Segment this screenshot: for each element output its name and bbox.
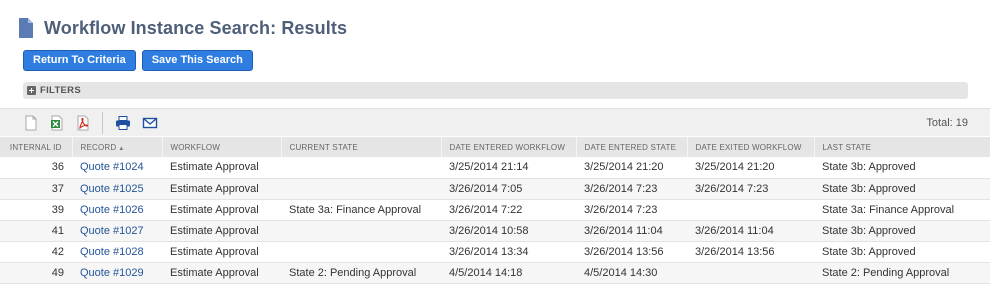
column-header-last-state[interactable]: LAST STATE [814,137,990,157]
cell-date-exited-workflow: 3/26/2014 13:56 [695,245,775,258]
toolbar-separator [102,112,103,134]
cell-workflow: Estimate Approval [170,224,259,237]
cell-internal-id: 36 [51,161,64,174]
action-buttons: Return To Criteria Save This Search [23,50,253,71]
record-link[interactable]: Quote #1028 [80,246,144,258]
cell-date-exited-workflow: 3/26/2014 7:23 [695,182,769,195]
cell-workflow: Estimate Approval [170,203,259,216]
results-toolbar: Total: 19 [0,108,990,136]
cell-workflow: Estimate Approval [170,161,259,174]
expand-plus-icon[interactable] [27,86,36,95]
page-title: Workflow Instance Search: Results [44,17,348,38]
cell-date-entered-state: 3/26/2014 11:04 [584,224,663,237]
cell-current-state: State 2: Pending Approval [289,266,417,279]
document-icon [18,17,34,39]
cell-date-entered-workflow: 4/5/2014 14:18 [449,266,523,279]
filters-label: FILTERS [40,85,81,96]
column-header-current-state[interactable]: CURRENT STATE [281,137,442,157]
cell-internal-id: 37 [51,182,64,195]
cell-last-state: State 2: Pending Approval [822,266,950,279]
cell-date-exited-workflow [687,262,814,283]
cell-date-exited-workflow [687,199,814,220]
cell-last-state: State 3b: Approved [822,182,916,195]
table-row: 36 Quote #1024 Estimate Approval 3/25/20… [0,157,990,178]
cell-current-state [281,178,441,199]
cell-date-entered-state: 3/26/2014 7:23 [584,203,658,216]
results-total: Total: 19 [926,117,968,129]
cell-date-entered-workflow: 3/26/2014 10:58 [449,224,529,237]
cell-date-entered-workflow: 3/25/2014 21:14 [449,161,529,174]
page-header: Workflow Instance Search: Results [18,14,347,42]
column-header-date-entered-state[interactable]: DATE ENTERED STATE [576,137,688,157]
cell-workflow: Estimate Approval [170,245,259,258]
cell-workflow: Estimate Approval [170,266,259,279]
save-search-button[interactable]: Save This Search [141,50,253,71]
cell-internal-id: 42 [51,245,64,258]
cell-current-state [281,157,441,178]
cell-current-state [281,220,441,241]
cell-last-state: State 3a: Finance Approval [822,203,955,216]
table-row: 37 Quote #1025 Estimate Approval 3/26/20… [0,178,990,199]
cell-date-entered-workflow: 3/26/2014 7:05 [449,182,523,195]
record-link[interactable]: Quote #1027 [80,225,144,237]
print-icon[interactable] [115,115,131,131]
cell-last-state: State 3b: Approved [822,161,916,174]
table-row: 41 Quote #1027 Estimate Approval 3/26/20… [0,220,990,241]
results-table: INTERNAL ID RECORD ▲ WORKFLOW CURRENT STA… [0,137,990,284]
table-row: 39 Quote #1026 Estimate Approval State 3… [0,199,990,220]
cell-record: Quote #1026 [72,199,162,220]
cell-date-entered-workflow: 3/26/2014 7:22 [449,203,523,216]
cell-date-entered-state: 3/26/2014 13:56 [584,245,664,258]
column-header-internal-id[interactable]: INTERNAL ID [0,137,73,157]
table-header-row: INTERNAL ID RECORD ▲ WORKFLOW CURRENT STA… [0,137,990,157]
cell-record: Quote #1025 [72,178,162,199]
table-row: 42 Quote #1028 Estimate Approval 3/26/20… [0,241,990,262]
cell-record: Quote #1028 [72,241,162,262]
column-header-date-exited-workflow[interactable]: DATE EXITED WORKFLOW [687,137,815,157]
cell-last-state: State 3b: Approved [822,224,916,237]
excel-export-icon[interactable] [49,115,65,131]
email-icon[interactable] [142,115,158,131]
cell-date-entered-state: 3/26/2014 7:23 [584,182,658,195]
record-link[interactable]: Quote #1024 [80,161,144,173]
column-header-date-entered-workflow[interactable]: DATE ENTERED WORKFLOW [441,137,577,157]
return-to-criteria-button[interactable]: Return To Criteria [23,50,136,71]
column-header-record[interactable]: RECORD ▲ [72,137,163,157]
cell-last-state: State 3b: Approved [822,245,916,258]
cell-internal-id: 41 [51,224,64,237]
record-link[interactable]: Quote #1029 [80,267,144,279]
cell-internal-id: 39 [51,203,64,216]
cell-record: Quote #1024 [72,157,162,178]
record-link[interactable]: Quote #1026 [80,204,144,216]
pdf-export-icon[interactable] [75,115,91,131]
cell-record: Quote #1029 [72,262,162,283]
record-link[interactable]: Quote #1025 [80,183,144,195]
cell-record: Quote #1027 [72,220,162,241]
cell-date-exited-workflow: 3/25/2014 21:20 [695,161,775,174]
cell-current-state: State 3a: Finance Approval [289,203,422,216]
cell-internal-id: 49 [51,266,64,279]
cell-date-entered-workflow: 3/26/2014 13:34 [449,245,529,258]
document-export-icon[interactable] [23,115,39,131]
sort-ascending-icon: ▲ [118,145,125,152]
cell-workflow: Estimate Approval [170,182,259,195]
table-row: 49 Quote #1029 Estimate Approval State 2… [0,262,990,283]
column-header-workflow[interactable]: WORKFLOW [162,137,282,157]
cell-date-entered-state: 4/5/2014 14:30 [584,266,658,279]
filters-bar[interactable]: FILTERS [23,82,968,99]
cell-current-state [281,241,441,262]
cell-date-entered-state: 3/25/2014 21:20 [584,161,664,174]
cell-date-exited-workflow: 3/26/2014 11:04 [695,224,774,237]
